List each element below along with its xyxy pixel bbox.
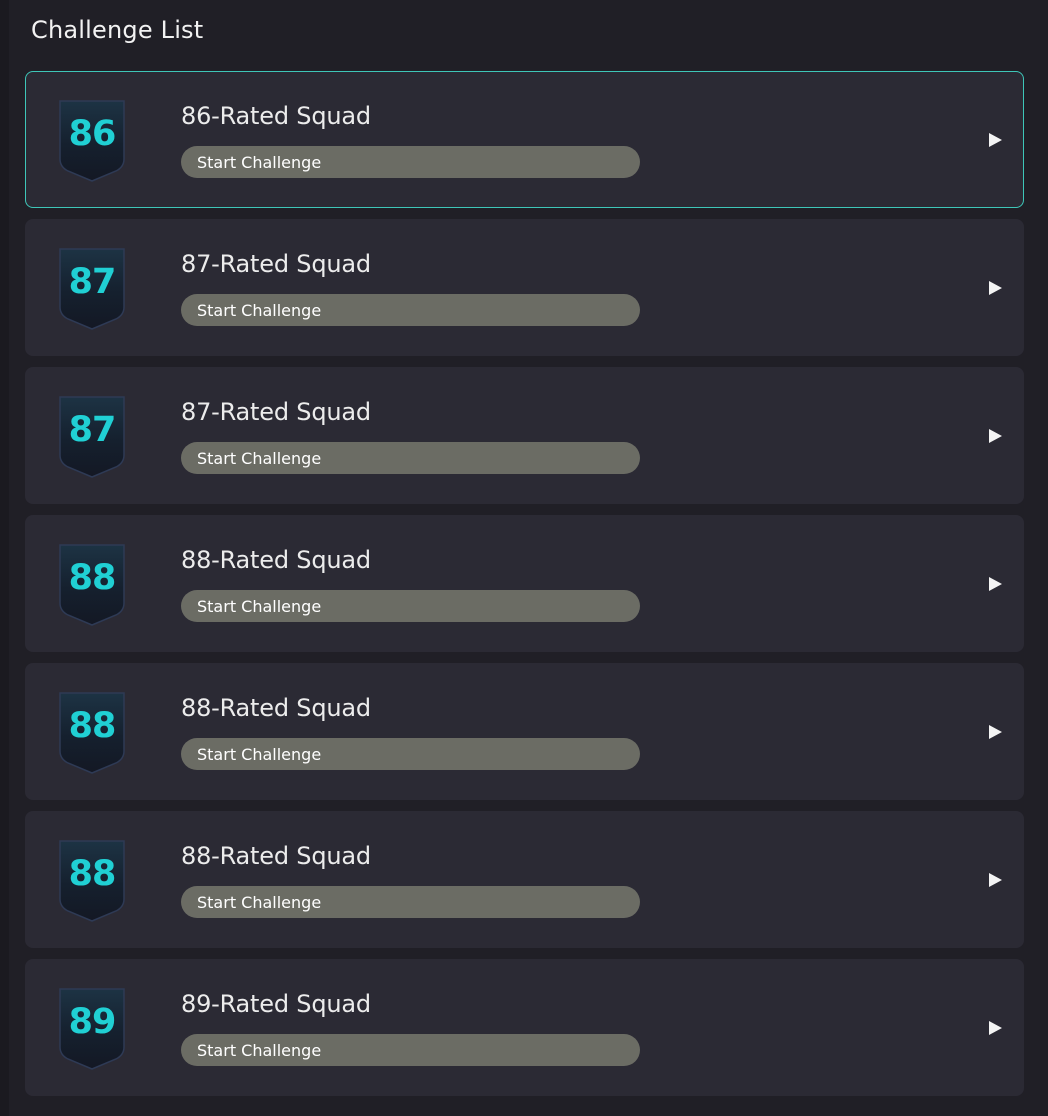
challenge-list: 86 86-Rated Squad Start Challenge 87 87-… <box>25 71 1024 1107</box>
challenge-card[interactable]: 86 86-Rated Squad Start Challenge <box>25 71 1024 208</box>
challenge-title: 87-Rated Squad <box>181 398 371 426</box>
rating-value: 88 <box>68 558 117 598</box>
challenge-list-panel: Challenge List 86 86-Rated Squad Start C… <box>9 0 1048 1116</box>
rating-value: 88 <box>68 854 117 894</box>
start-challenge-label: Start Challenge <box>197 301 322 320</box>
start-challenge-label: Start Challenge <box>197 597 322 616</box>
challenge-card[interactable]: 88 88-Rated Squad Start Challenge <box>25 663 1024 800</box>
challenge-title: 87-Rated Squad <box>181 250 371 278</box>
start-challenge-button[interactable]: Start Challenge <box>181 590 640 622</box>
challenge-card[interactable]: 89 89-Rated Squad Start Challenge <box>25 959 1024 1096</box>
rating-value: 87 <box>68 410 117 450</box>
play-arrow-icon[interactable] <box>989 873 1002 887</box>
rating-value: 88 <box>68 706 117 746</box>
shield-badge-icon: 88 <box>58 837 128 923</box>
shield-badge-icon: 87 <box>58 393 128 479</box>
start-challenge-button[interactable]: Start Challenge <box>181 738 640 770</box>
start-challenge-label: Start Challenge <box>197 449 322 468</box>
play-arrow-icon[interactable] <box>989 133 1002 147</box>
play-arrow-icon[interactable] <box>989 577 1002 591</box>
rating-value: 86 <box>68 114 117 154</box>
start-challenge-button[interactable]: Start Challenge <box>181 146 640 178</box>
shield-badge-icon: 89 <box>58 985 128 1071</box>
start-challenge-label: Start Challenge <box>197 1041 322 1060</box>
play-arrow-icon[interactable] <box>989 281 1002 295</box>
start-challenge-button[interactable]: Start Challenge <box>181 294 640 326</box>
challenge-title: 86-Rated Squad <box>181 102 371 130</box>
challenge-card[interactable]: 87 87-Rated Squad Start Challenge <box>25 367 1024 504</box>
start-challenge-button[interactable]: Start Challenge <box>181 1034 640 1066</box>
challenge-title: 89-Rated Squad <box>181 990 371 1018</box>
start-challenge-label: Start Challenge <box>197 153 322 172</box>
challenge-title: 88-Rated Squad <box>181 546 371 574</box>
rating-value: 89 <box>68 1002 117 1042</box>
challenge-card[interactable]: 88 88-Rated Squad Start Challenge <box>25 515 1024 652</box>
start-challenge-label: Start Challenge <box>197 893 322 912</box>
start-challenge-label: Start Challenge <box>197 745 322 764</box>
shield-badge-icon: 86 <box>58 97 128 183</box>
shield-badge-icon: 88 <box>58 689 128 775</box>
play-arrow-icon[interactable] <box>989 429 1002 443</box>
challenge-title: 88-Rated Squad <box>181 694 371 722</box>
shield-badge-icon: 88 <box>58 541 128 627</box>
start-challenge-button[interactable]: Start Challenge <box>181 442 640 474</box>
challenge-card[interactable]: 87 87-Rated Squad Start Challenge <box>25 219 1024 356</box>
start-challenge-button[interactable]: Start Challenge <box>181 886 640 918</box>
page-title: Challenge List <box>31 16 204 44</box>
rating-value: 87 <box>68 262 117 302</box>
shield-badge-icon: 87 <box>58 245 128 331</box>
challenge-title: 88-Rated Squad <box>181 842 371 870</box>
challenge-card[interactable]: 88 88-Rated Squad Start Challenge <box>25 811 1024 948</box>
play-arrow-icon[interactable] <box>989 725 1002 739</box>
play-arrow-icon[interactable] <box>989 1021 1002 1035</box>
